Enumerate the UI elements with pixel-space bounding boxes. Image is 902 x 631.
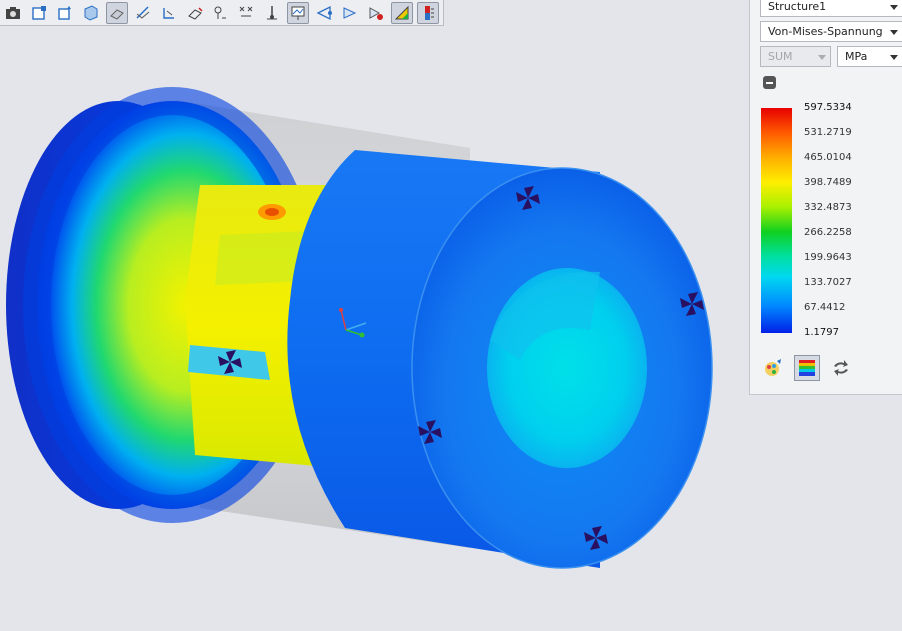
- quantity-select[interactable]: Von-Mises-Spannung: [760, 21, 902, 42]
- camera-icon[interactable]: [2, 2, 24, 24]
- probe-icon[interactable]: [261, 2, 283, 24]
- new-window-icon[interactable]: [28, 2, 50, 24]
- legend-value: 398.7489: [804, 177, 852, 188]
- refresh-icon[interactable]: [828, 355, 854, 381]
- chevron-down-icon: [818, 55, 826, 60]
- max-min-icon[interactable]: [235, 2, 257, 24]
- chevron-down-icon: [890, 55, 898, 60]
- component-select: SUM: [760, 46, 831, 67]
- legend-value: 1.1797: [804, 327, 839, 338]
- vectors-icon[interactable]: [365, 2, 387, 24]
- unit-select[interactable]: MPa: [837, 46, 902, 67]
- quantity-select-value: Von-Mises-Spannung: [768, 25, 883, 38]
- analysis-select[interactable]: Structure1: [760, 0, 902, 17]
- legend-value: 531.2719: [804, 127, 852, 138]
- cap-surface-icon[interactable]: [158, 2, 180, 24]
- analysis-select-value: Structure1: [768, 0, 827, 13]
- color-legend-bar: [761, 108, 792, 333]
- unit-select-value: MPa: [845, 50, 868, 63]
- graph-icon[interactable]: [287, 1, 310, 24]
- animation-icon[interactable]: [339, 2, 361, 24]
- gradient-legend-icon[interactable]: [794, 355, 820, 381]
- section-cut-icon[interactable]: [132, 2, 154, 24]
- chevron-down-icon: [890, 30, 898, 35]
- legend-value: 465.0104: [804, 152, 852, 163]
- legend-value: 67.4412: [804, 302, 846, 313]
- fringe-icon[interactable]: [391, 1, 413, 24]
- model-view-icon[interactable]: [80, 2, 102, 24]
- clipping-plane-icon[interactable]: [105, 1, 128, 24]
- result-legend-panel: Structure1 Von-Mises-Spannung SUM MPa 59…: [749, 0, 902, 395]
- deformed-icon[interactable]: [313, 2, 335, 24]
- insert-window-icon[interactable]: [54, 2, 76, 24]
- query-icon[interactable]: [210, 2, 232, 24]
- legend-value: 597.5334: [804, 102, 852, 113]
- legend-value: 133.7027: [804, 277, 852, 288]
- chevron-down-icon: [890, 5, 898, 10]
- collapse-icon[interactable]: [763, 76, 776, 89]
- legend-value: 199.9643: [804, 252, 852, 263]
- legend-icon[interactable]: [417, 1, 439, 24]
- result-toolbar: [0, 0, 444, 26]
- component-select-value: SUM: [768, 50, 793, 63]
- color-settings-icon[interactable]: [760, 355, 786, 381]
- isosurface-icon[interactable]: [184, 2, 206, 24]
- legend-value: 332.4873: [804, 202, 852, 213]
- legend-value: 266.2258: [804, 227, 852, 238]
